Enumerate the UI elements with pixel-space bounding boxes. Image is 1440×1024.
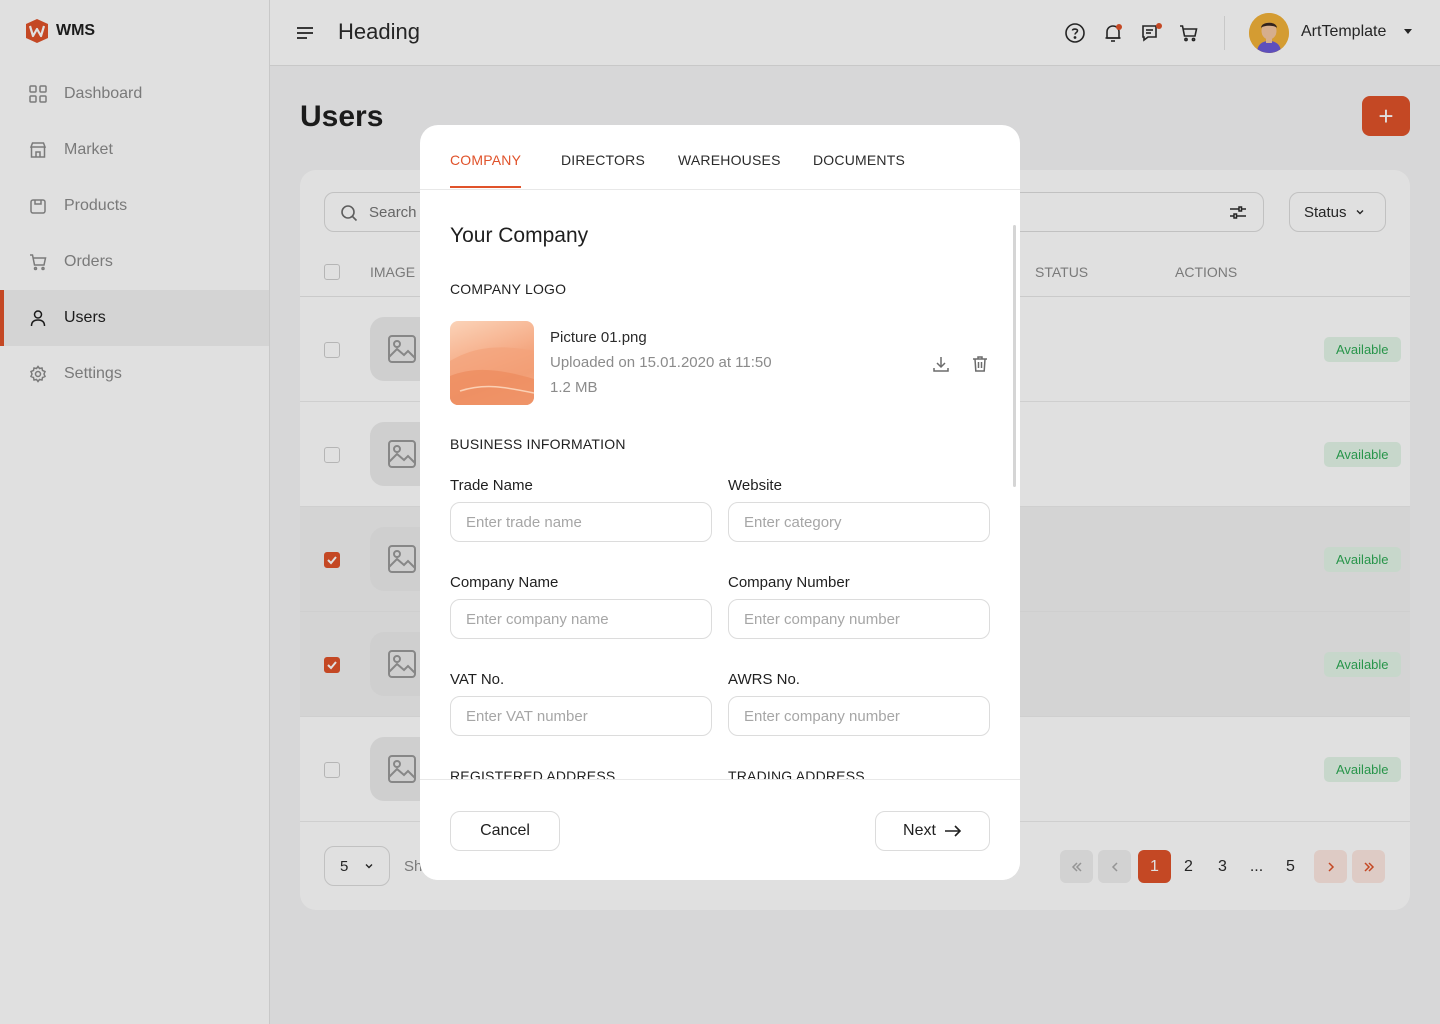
- modal-tabs: COMPANY DIRECTORS WAREHOUSES DOCUMENTS: [420, 125, 1020, 190]
- cancel-button[interactable]: Cancel: [450, 811, 560, 851]
- tab-documents[interactable]: DOCUMENTS: [813, 152, 905, 168]
- tab-directors[interactable]: DIRECTORS: [561, 152, 645, 168]
- file-upload-date: Uploaded on 15.01.2020 at 11:50: [550, 354, 772, 371]
- tab-warehouses[interactable]: WAREHOUSES: [678, 152, 781, 168]
- company-number-field[interactable]: [728, 599, 990, 639]
- modal-body: Your Company COMPANY LOGO Picture 01.png…: [420, 191, 1020, 779]
- tab-company[interactable]: COMPANY: [450, 152, 521, 168]
- vat-field[interactable]: [450, 696, 712, 736]
- company-name-label: Company Name: [450, 574, 559, 591]
- trading-address-label: TRADING ADDRESS: [728, 768, 865, 779]
- website-field[interactable]: [728, 502, 990, 542]
- company-modal: COMPANY DIRECTORS WAREHOUSES DOCUMENTS Y…: [420, 125, 1020, 880]
- business-info-label: BUSINESS INFORMATION: [450, 436, 626, 452]
- modal-scrollbar[interactable]: [1013, 225, 1016, 487]
- next-button[interactable]: Next: [875, 811, 990, 851]
- modal-footer: Cancel Next: [420, 779, 1020, 880]
- file-size: 1.2 MB: [550, 379, 598, 396]
- modal-title: Your Company: [450, 224, 589, 247]
- vat-label: VAT No.: [450, 671, 505, 688]
- company-logo-label: COMPANY LOGO: [450, 281, 567, 297]
- registered-address-label: REGISTERED ADDRESS: [450, 768, 616, 779]
- awrs-label: AWRS No.: [728, 671, 800, 688]
- active-tab-indicator: [450, 186, 521, 188]
- next-button-label: Next: [903, 822, 936, 839]
- awrs-field[interactable]: [728, 696, 990, 736]
- file-name: Picture 01.png: [550, 329, 647, 346]
- dune-image: [450, 347, 534, 405]
- website-label: Website: [728, 477, 782, 494]
- trash-icon[interactable]: [970, 354, 990, 374]
- company-number-label: Company Number: [728, 574, 850, 591]
- trade-name-label: Trade Name: [450, 477, 533, 494]
- download-icon[interactable]: [931, 354, 951, 374]
- logo-preview-image: [450, 321, 534, 405]
- arrow-right-icon: [944, 825, 962, 837]
- trade-name-field[interactable]: [450, 502, 712, 542]
- company-name-field[interactable]: [450, 599, 712, 639]
